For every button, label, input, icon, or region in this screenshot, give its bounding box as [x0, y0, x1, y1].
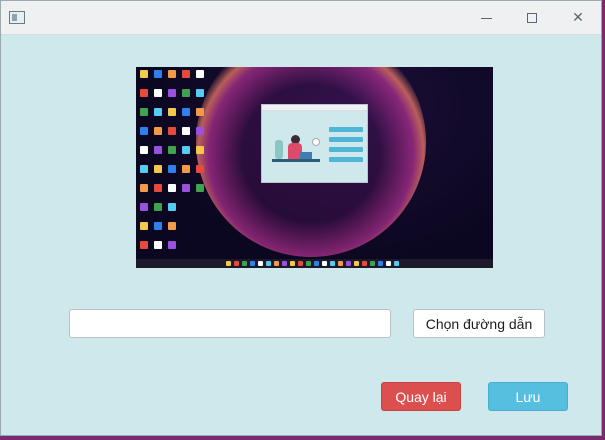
taskbar-app-icon: [394, 261, 399, 266]
taskbar-app-icon: [290, 261, 295, 266]
taskbar-app-icon: [266, 261, 271, 266]
preview-taskbar: [136, 259, 493, 268]
taskbar-app-icon: [306, 261, 311, 266]
mini-button-2: [329, 137, 363, 142]
app-window-icon: [9, 11, 25, 24]
desktop-shortcut-icon: [182, 108, 190, 116]
desktop-shortcut-icon: [196, 127, 204, 135]
desktop-shortcut-icon: [168, 241, 176, 249]
mini-button-3: [329, 147, 363, 152]
desktop-shortcut-icon: [154, 127, 162, 135]
taskbar-app-icon: [242, 261, 247, 266]
desktop-shortcut-icon: [140, 241, 148, 249]
desktop-shortcut-icon: [168, 184, 176, 192]
desktop-shortcut-icon: [196, 146, 204, 154]
mini-button-1: [329, 127, 363, 132]
desktop-shortcut-icon: [140, 203, 148, 211]
taskbar-app-icon: [362, 261, 367, 266]
desktop-shortcut-icon: [140, 165, 148, 173]
desktop-shortcut-icon: [182, 165, 190, 173]
taskbar-app-icon: [234, 261, 239, 266]
desktop-shortcut-icon: [196, 184, 204, 192]
desktop-shortcut-icon: [154, 89, 162, 97]
save-button[interactable]: Lưu: [488, 382, 568, 411]
desktop-shortcut-icon: [154, 241, 162, 249]
desktop-shortcut-icon: [140, 89, 148, 97]
maximize-button[interactable]: [509, 1, 555, 35]
minimize-icon: [480, 17, 492, 19]
taskbar-app-icon: [258, 261, 263, 266]
taskbar-app-icon: [330, 261, 335, 266]
taskbar-app-icon: [370, 261, 375, 266]
taskbar-app-icon: [250, 261, 255, 266]
desktop-shortcut-icon: [196, 108, 204, 116]
title-bar[interactable]: ✕: [1, 1, 601, 35]
taskbar-app-icon: [354, 261, 359, 266]
illustration-clock: [312, 138, 320, 146]
taskbar-app-icon: [378, 261, 383, 266]
desktop-shortcut-icon: [196, 70, 204, 78]
path-input[interactable]: [69, 309, 391, 338]
desktop-shortcut-icon: [140, 146, 148, 154]
mini-button-4: [329, 157, 363, 162]
desktop-shortcut-icon: [140, 108, 148, 116]
desktop-shortcut-icon: [196, 89, 204, 97]
taskbar-app-icon: [226, 261, 231, 266]
desktop-shortcut-icon: [140, 184, 148, 192]
desktop-shortcut-icon: [154, 184, 162, 192]
desktop-screenshot-preview: [136, 67, 493, 268]
desktop-shortcut-icon: [168, 89, 176, 97]
desktop-shortcut-icon: [154, 165, 162, 173]
desktop-shortcut-icon: [196, 165, 204, 173]
desktop-shortcut-icon: [140, 70, 148, 78]
desktop-shortcut-icon: [168, 108, 176, 116]
taskbar-app-icon: [322, 261, 327, 266]
desktop-shortcut-icon: [182, 70, 190, 78]
minimize-button[interactable]: [463, 1, 509, 35]
desktop-shortcut-icon: [168, 203, 176, 211]
desktop-shortcut-icon: [182, 146, 190, 154]
taskbar-app-icon: [274, 261, 279, 266]
desktop-shortcut-icon: [154, 222, 162, 230]
desktop-shortcut-icon: [154, 203, 162, 211]
taskbar-app-icon: [314, 261, 319, 266]
close-icon: ✕: [572, 10, 584, 26]
taskbar-app-icon: [282, 261, 287, 266]
taskbar-app-icon: [346, 261, 351, 266]
mini-app-window: [261, 104, 368, 183]
desktop-shortcut-icon: [168, 127, 176, 135]
mini-title-bar: [262, 105, 367, 111]
desktop-shortcut-icon: [154, 108, 162, 116]
choose-path-button[interactable]: Chọn đường dẫn: [413, 309, 545, 338]
desktop-shortcut-icon: [140, 222, 148, 230]
desktop-shortcut-icon: [168, 165, 176, 173]
desktop-shortcut-icon: [140, 127, 148, 135]
desktop-shortcut-icon: [168, 146, 176, 154]
close-button[interactable]: ✕: [555, 1, 601, 35]
desktop-shortcut-icon: [154, 146, 162, 154]
taskbar-app-icon: [386, 261, 391, 266]
illustration-desk: [272, 159, 320, 162]
maximize-icon: [527, 13, 537, 23]
desktop-shortcut-icon: [168, 70, 176, 78]
illustration-plant: [275, 140, 283, 159]
app-window: ✕ Chọn đường dẫn Quay lại Lưu: [0, 0, 602, 436]
taskbar-app-icon: [338, 261, 343, 266]
desktop-shortcut-icon: [182, 184, 190, 192]
desktop-shortcut-icon: [154, 70, 162, 78]
taskbar-app-icon: [298, 261, 303, 266]
illustration-laptop: [300, 152, 312, 159]
back-button[interactable]: Quay lại: [381, 382, 461, 411]
desktop-shortcut-icon: [182, 127, 190, 135]
desktop-shortcut-icon: [168, 222, 176, 230]
desktop-shortcut-icon: [182, 89, 190, 97]
